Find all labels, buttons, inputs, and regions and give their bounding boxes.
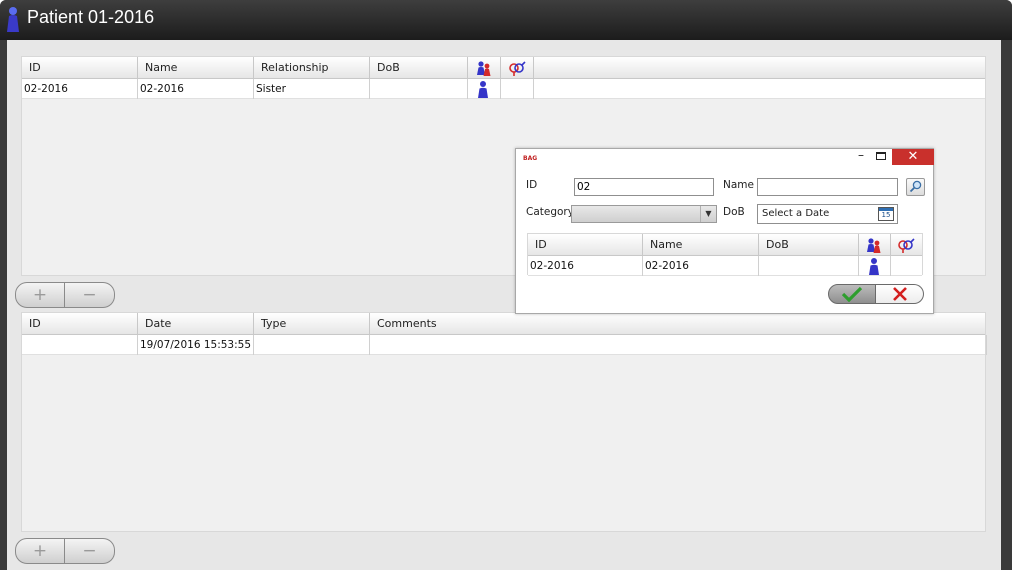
column-header-id[interactable]: ID [22, 313, 138, 335]
male-female-people-icon [867, 238, 881, 253]
cell-name: 02-2016 [138, 79, 254, 99]
column-header-name[interactable]: Name [643, 234, 759, 256]
results-grid-header: ID Name DoB [528, 234, 922, 256]
results-grid: ID Name DoB 02-2016 02-2016 [527, 233, 923, 276]
cell-id: 02-2016 [528, 256, 643, 276]
cell-person [468, 79, 501, 99]
add-relative-button[interactable]: + [15, 282, 65, 308]
column-header-gender[interactable] [891, 234, 924, 256]
maximize-button[interactable] [876, 152, 886, 160]
category-select[interactable]: ▼ [571, 205, 717, 223]
window-title: Patient 01-2016 [27, 7, 155, 27]
column-header-comments[interactable]: Comments [370, 313, 987, 335]
cell-id: 02-2016 [22, 79, 138, 99]
cancel-button[interactable] [876, 284, 924, 304]
search-button[interactable] [906, 178, 925, 196]
gender-symbol-icon [509, 61, 526, 76]
calendar-icon[interactable]: 15 [878, 207, 894, 221]
id-field[interactable] [574, 178, 714, 196]
column-header-dob[interactable]: DoB [370, 57, 468, 79]
minimize-button[interactable]: – [855, 148, 867, 162]
cell-name: 02-2016 [643, 256, 759, 276]
cell-gender [501, 79, 534, 99]
cell-id [22, 335, 138, 355]
category-label: Category [526, 206, 574, 218]
dob-date-picker[interactable]: Select a Date 15 [757, 204, 898, 224]
remove-relative-button[interactable]: − [65, 282, 115, 308]
ok-button[interactable] [828, 284, 876, 304]
cell-dob [370, 79, 468, 99]
cell-relationship: Sister [254, 79, 370, 99]
add-visit-button[interactable]: + [15, 538, 65, 564]
cell-type [254, 335, 370, 355]
visits-button-group: + − [15, 538, 115, 564]
person-icon [7, 7, 19, 32]
name-field[interactable] [757, 178, 898, 196]
close-button[interactable]: ✕ [892, 149, 934, 165]
column-header-people[interactable] [859, 234, 891, 256]
table-row[interactable]: 02-2016 02-2016 [528, 256, 922, 276]
search-icon [909, 180, 922, 193]
cell-date: 19/07/2016 15:53:55 [138, 335, 254, 355]
relatives-button-group: + − [15, 282, 115, 308]
column-header-dob[interactable]: DoB [759, 234, 859, 256]
column-header-id[interactable]: ID [22, 57, 138, 79]
checkmark-icon [842, 286, 862, 302]
column-header-date[interactable]: Date [138, 313, 254, 335]
blue-person-icon [869, 258, 879, 275]
column-header-id[interactable]: ID [528, 234, 643, 256]
table-row[interactable]: 19/07/2016 15:53:55 [22, 335, 987, 355]
visits-grid: ID Date Type Comments 19/07/2016 15:53:5… [21, 312, 987, 532]
title-bar[interactable]: Patient 01-2016 [0, 0, 1012, 40]
cell-dob [759, 256, 859, 276]
cell-person [859, 256, 891, 276]
cell-comments [370, 335, 987, 355]
dialog-title: BAG [523, 155, 538, 162]
chevron-down-icon: ▼ [700, 206, 716, 222]
search-dialog: BAG – ✕ ID Name Category ▼ DoB Select a … [515, 148, 934, 314]
male-female-people-icon [477, 61, 491, 76]
close-icon [892, 287, 907, 301]
column-header-people[interactable] [468, 57, 501, 79]
blue-person-icon [478, 81, 488, 98]
table-row[interactable]: 02-2016 02-2016 Sister [22, 79, 985, 99]
dob-date-placeholder: Select a Date [762, 208, 830, 219]
id-label: ID [526, 179, 538, 191]
visits-grid-header: ID Date Type Comments [22, 313, 985, 335]
cell-gender [891, 256, 924, 276]
column-header-relationship[interactable]: Relationship [254, 57, 370, 79]
name-label: Name [723, 179, 754, 191]
remove-visit-button[interactable]: − [65, 538, 115, 564]
relatives-grid-header: ID Name Relationship DoB [22, 57, 985, 79]
dob-label: DoB [723, 206, 745, 218]
gender-symbol-icon [898, 238, 915, 253]
column-header-gender[interactable] [501, 57, 534, 79]
column-header-name[interactable]: Name [138, 57, 254, 79]
column-header-type[interactable]: Type [254, 313, 370, 335]
